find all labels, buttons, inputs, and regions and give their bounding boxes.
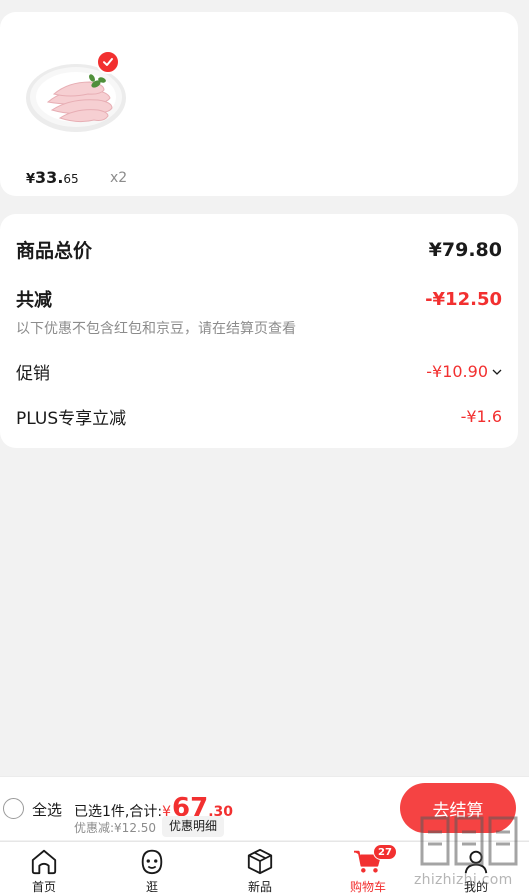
plus-discount-value: -¥1.6 <box>460 407 502 426</box>
item-selected-check-icon[interactable] <box>96 50 120 74</box>
nav-profile-label: 我的 <box>463 880 488 894</box>
nav-new-label: 新品 <box>247 880 272 894</box>
face-icon <box>141 849 163 875</box>
checkout-button[interactable]: 去结算 <box>400 783 516 833</box>
discount-note: 以下优惠不包含红包和京豆，请在结算页查看 <box>16 321 296 337</box>
item-price-cents: 65 <box>63 172 79 186</box>
user-icon <box>464 850 488 874</box>
total-price-label: 商品总价 <box>16 240 93 262</box>
checkout-bar: 全选 已选1件,合计: ¥ 67 .30 优惠减:¥12.50 优惠明细 去结算 <box>0 776 529 840</box>
total-price-value: ¥79.80 <box>428 238 502 261</box>
box-icon <box>247 848 273 875</box>
item-price-int: 33. <box>35 168 64 187</box>
cart-count-badge: 27 <box>373 844 397 860</box>
item-price: ¥33.65 <box>26 168 79 187</box>
total-reduction-label: 共减 <box>16 290 52 311</box>
total-price-row: 商品总价 ¥79.80 <box>16 236 502 263</box>
cart-item-card[interactable]: ¥33.65 x2 <box>0 12 518 196</box>
bottom-nav: 首页 逛 新品 27 购物车 我的 <box>0 841 529 894</box>
nav-new[interactable]: 新品 <box>220 842 300 894</box>
nav-cart-label: 购物车 <box>349 880 386 894</box>
select-all-checkbox[interactable] <box>3 798 24 819</box>
promotion-label: 促销 <box>16 364 50 384</box>
plus-discount-row: PLUS专享立减 -¥1.6 <box>16 404 502 429</box>
discount-amount: 优惠减:¥12.50 <box>74 821 157 835</box>
nav-home[interactable]: 首页 <box>4 842 84 894</box>
chevron-down-icon[interactable] <box>492 368 502 376</box>
total-reduction-value: -¥12.50 <box>425 288 502 310</box>
nav-cart[interactable]: 27 购物车 <box>328 842 408 894</box>
home-icon <box>31 849 57 875</box>
discount-detail-button[interactable]: 优惠明细 <box>162 816 225 837</box>
selected-count-text: 已选1件,合计: <box>74 804 163 820</box>
nav-home-label: 首页 <box>31 880 56 894</box>
plus-discount-label: PLUS专享立减 <box>16 409 127 429</box>
item-quantity: x2 <box>110 170 128 186</box>
select-all-label[interactable]: 全选 <box>32 799 62 820</box>
price-summary-card: 商品总价 ¥79.80 共减 -¥12.50 以下优惠不包含红包和京豆，请在结算… <box>0 214 518 448</box>
promotion-value: -¥10.90 <box>426 362 488 381</box>
total-reduction-row: 共减 -¥12.50 <box>16 286 502 312</box>
nav-profile[interactable]: 我的 <box>436 842 516 894</box>
promotion-value-wrap[interactable]: -¥10.90 <box>426 362 502 381</box>
nav-discover-label: 逛 <box>145 880 158 894</box>
nav-discover[interactable]: 逛 <box>112 842 192 894</box>
item-price-symbol: ¥ <box>26 172 36 187</box>
promotion-row[interactable]: 促销 -¥10.90 <box>16 359 502 384</box>
